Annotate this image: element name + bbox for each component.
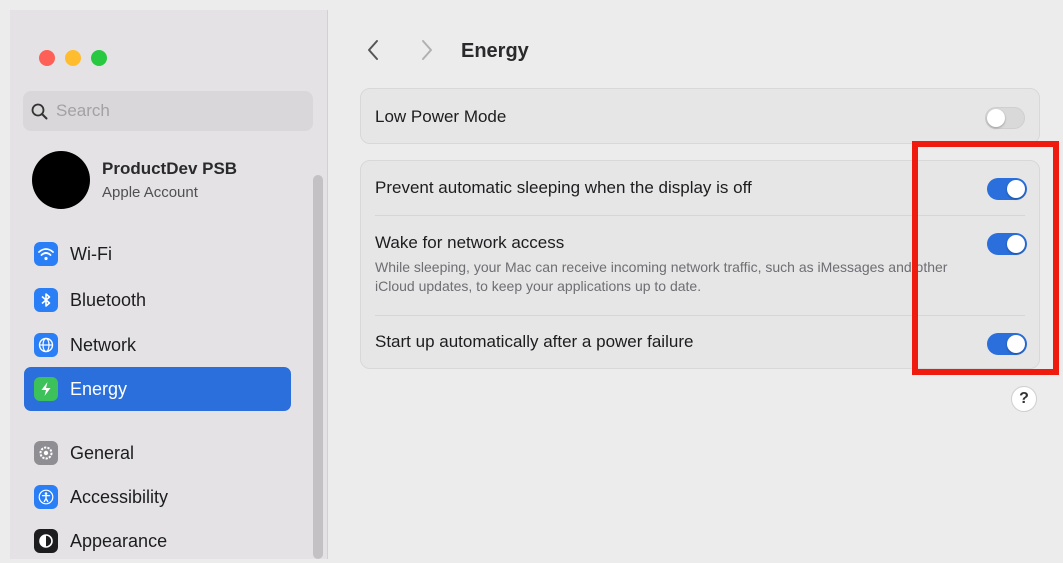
wake-network-label: Wake for network access [375, 233, 565, 252]
sidebar-item-label: Energy [70, 378, 128, 399]
forward-button[interactable] [416, 38, 436, 62]
sidebar-item-label: Wi-Fi [70, 243, 112, 264]
wifi-icon [34, 242, 58, 266]
wake-network-description: While sleeping, your Mac can receive inc… [375, 259, 948, 294]
appearance-icon [34, 529, 58, 553]
sidebar-item-label: General [70, 442, 135, 463]
avatar [32, 151, 90, 209]
prevent-sleep-label: Prevent automatic sleeping when the disp… [375, 178, 752, 197]
bolt-icon [34, 377, 58, 401]
bluetooth-icon [34, 288, 58, 312]
account-name: ProductDev PSB [102, 159, 238, 178]
toggle-knob [987, 109, 1005, 127]
sidebar-scrollbar[interactable] [313, 175, 323, 559]
sidebar-item-network[interactable]: Network [24, 323, 291, 367]
startup-power-failure-label: Start up automatically after a power fai… [375, 332, 694, 351]
page-title: Energy [461, 40, 529, 62]
sidebar-item-label: Accessibility [70, 486, 169, 507]
account-subtitle: Apple Account [102, 184, 198, 201]
apple-account[interactable]: ProductDev PSB Apple Account [32, 151, 302, 211]
search-input[interactable] [54, 100, 298, 122]
low-power-label: Low Power Mode [375, 107, 507, 126]
search-icon [31, 103, 48, 119]
globe-icon [34, 333, 58, 357]
close-window-button[interactable] [39, 50, 55, 66]
sidebar-item-wifi[interactable]: Wi-Fi [24, 232, 291, 276]
low-power-toggle[interactable] [985, 107, 1025, 129]
sidebar-item-accessibility[interactable]: Accessibility [24, 475, 291, 519]
sidebar: ProductDev PSB Apple Account Wi-Fi Bluet… [10, 10, 328, 559]
help-button[interactable]: ? [1011, 386, 1037, 412]
sidebar-item-appearance[interactable]: Appearance [24, 519, 291, 563]
sidebar-item-general[interactable]: General [24, 431, 291, 475]
sidebar-item-label: Appearance [70, 530, 168, 551]
search-field[interactable] [23, 91, 313, 131]
zoom-window-button[interactable] [91, 50, 107, 66]
highlight-annotation [912, 141, 1059, 375]
minimize-window-button[interactable] [65, 50, 81, 66]
sidebar-item-label: Network [70, 334, 137, 355]
back-button[interactable] [364, 38, 384, 62]
low-power-card: Low Power Mode [360, 88, 1040, 144]
gear-icon [34, 441, 58, 465]
sidebar-item-label: Bluetooth [70, 289, 147, 310]
sidebar-item-bluetooth[interactable]: Bluetooth [24, 278, 291, 322]
sidebar-item-energy[interactable]: Energy [24, 367, 291, 411]
accessibility-icon [34, 485, 58, 509]
